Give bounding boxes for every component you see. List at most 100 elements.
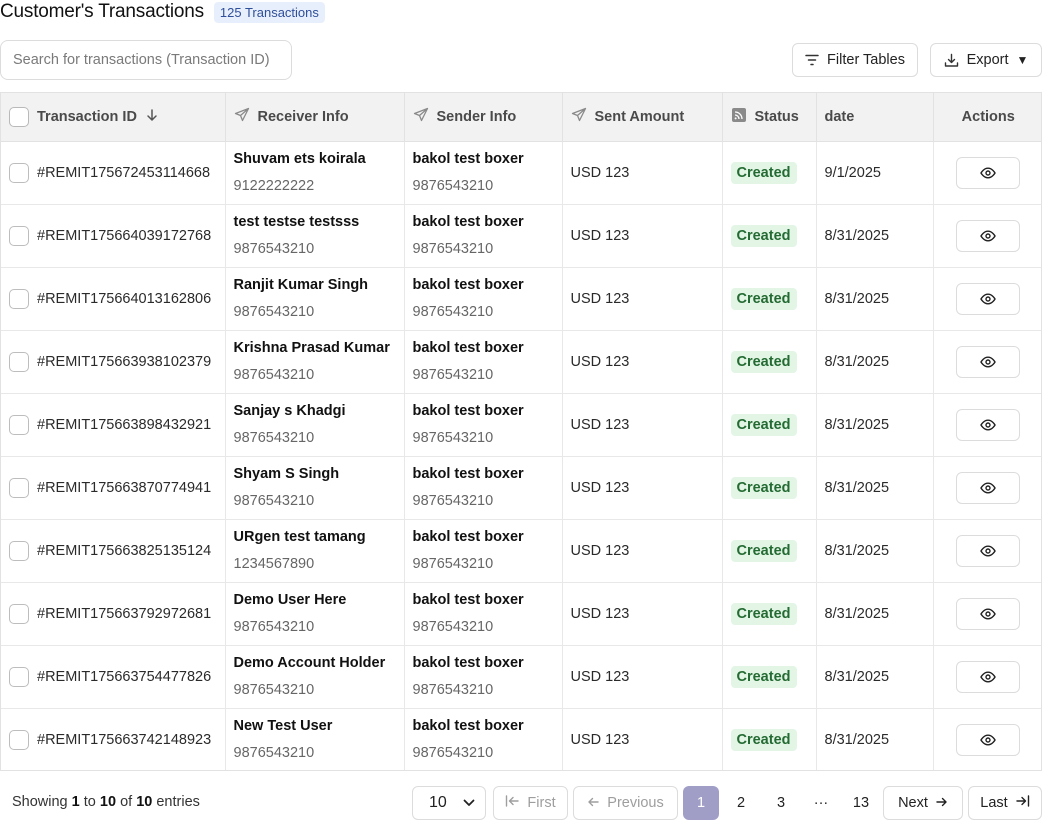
- column-header-transaction-id[interactable]: Transaction ID: [1, 93, 226, 142]
- eye-icon: [980, 355, 997, 368]
- receiver-info-cell: Shuvam ets koirala 9122222222: [225, 141, 405, 204]
- status-badge: Created: [730, 602, 797, 625]
- sender-phone: 9876543210: [412, 430, 494, 446]
- filter-tables-button[interactable]: Filter Tables: [792, 43, 918, 77]
- column-header-sender: Sender Info: [404, 93, 563, 142]
- arrow-left-icon: [587, 795, 599, 811]
- receiver-info-cell: New Test User 9876543210: [225, 708, 405, 770]
- table-row: #REMIT175663754477826 Demo Account Holder…: [1, 645, 1041, 708]
- receiver-phone: 9876543210: [233, 745, 315, 761]
- receiver-phone: 9876543210: [233, 682, 315, 698]
- export-button[interactable]: Export ▼: [930, 43, 1042, 77]
- page-number-2[interactable]: 2: [723, 786, 759, 820]
- column-header-receiver: Receiver Info: [225, 93, 405, 142]
- view-details-button[interactable]: [956, 156, 1021, 189]
- page-size-select[interactable]: 10: [412, 786, 486, 820]
- transaction-id-cell: #REMIT175663792972681: [1, 582, 226, 645]
- table-row: #REMIT175663825135124 URgen test tamang 12…: [1, 519, 1041, 582]
- previous-page-button[interactable]: Previous: [573, 786, 678, 820]
- send-icon: [234, 107, 250, 127]
- row-checkbox[interactable]: [9, 288, 29, 309]
- page-number-3[interactable]: 3: [763, 786, 799, 820]
- view-details-button[interactable]: [956, 597, 1021, 630]
- next-page-button[interactable]: Next: [883, 786, 963, 820]
- actions-cell: [933, 141, 1041, 204]
- table-row: #REMIT175664039172768 test testse testsss…: [1, 204, 1041, 267]
- sender-info-cell: bakol test boxer 9876543210: [404, 708, 563, 770]
- sender-info-cell: bakol test boxer 9876543210: [404, 645, 563, 708]
- actions-cell: [933, 519, 1041, 582]
- page-number-1[interactable]: 1: [683, 786, 719, 820]
- view-details-button[interactable]: [956, 408, 1021, 441]
- download-icon: [944, 53, 959, 68]
- actions-cell: [933, 708, 1041, 770]
- select-all-checkbox[interactable]: [9, 106, 29, 127]
- actions-cell: [933, 393, 1041, 456]
- view-details-button[interactable]: [956, 219, 1021, 252]
- receiver-name: Krishna Prasad Kumar: [233, 340, 390, 356]
- sender-name: bakol test boxer: [412, 151, 524, 167]
- column-header-amount: Sent Amount: [562, 93, 723, 142]
- view-details-button[interactable]: [956, 660, 1021, 693]
- sender-name: bakol test boxer: [412, 529, 524, 545]
- transaction-date: 8/31/2025: [816, 519, 934, 582]
- row-checkbox[interactable]: [9, 414, 29, 435]
- sender-name: bakol test boxer: [412, 214, 524, 230]
- sort-arrow-down-icon[interactable]: [145, 108, 159, 126]
- row-checkbox[interactable]: [9, 225, 29, 246]
- transaction-id-cell: #REMIT175672453114668: [1, 141, 226, 204]
- view-details-button[interactable]: [956, 282, 1021, 315]
- sent-amount: USD 123: [562, 519, 723, 582]
- receiver-name: Shuvam ets koirala: [233, 151, 366, 167]
- transaction-id: #REMIT175663792972681: [37, 605, 212, 622]
- transaction-id: #REMIT175663870774941: [37, 479, 212, 496]
- sent-amount: USD 123: [562, 330, 723, 393]
- transactions-table: Transaction ID Receiver Info Sender Info…: [0, 92, 1042, 771]
- receiver-info-cell: Demo User Here 9876543210: [225, 582, 405, 645]
- receiver-phone: 9876543210: [233, 367, 315, 383]
- row-checkbox[interactable]: [9, 540, 29, 561]
- view-details-button[interactable]: [956, 723, 1021, 756]
- receiver-name: URgen test tamang: [233, 529, 366, 545]
- transaction-id: #REMIT175664039172768: [37, 227, 212, 244]
- row-checkbox[interactable]: [9, 603, 29, 624]
- receiver-name: test testse testsss: [233, 214, 360, 230]
- arrow-right-icon: [936, 795, 948, 811]
- column-header-status: Status: [722, 93, 817, 142]
- eye-icon: [980, 481, 997, 494]
- transaction-id-cell: #REMIT175664039172768: [1, 204, 226, 267]
- row-checkbox[interactable]: [9, 729, 29, 750]
- last-page-button[interactable]: Last: [968, 786, 1042, 820]
- actions-cell: [933, 645, 1041, 708]
- sent-amount: USD 123: [562, 456, 723, 519]
- transaction-date: 8/31/2025: [816, 393, 934, 456]
- transaction-date: 8/31/2025: [816, 456, 934, 519]
- actions-cell: [933, 267, 1041, 330]
- last-page-icon: [1016, 795, 1030, 811]
- sent-amount: USD 123: [562, 645, 723, 708]
- page-header: Customer's Transactions 125 Transactions: [0, 0, 325, 24]
- first-page-button[interactable]: First: [493, 786, 568, 820]
- status-cell: Created: [722, 519, 817, 582]
- status-cell: Created: [722, 708, 817, 770]
- view-details-button[interactable]: [956, 345, 1021, 378]
- receiver-name: New Test User: [233, 718, 333, 734]
- transaction-id: #REMIT175663825135124: [37, 542, 212, 559]
- view-details-button[interactable]: [956, 534, 1021, 567]
- search-input[interactable]: [0, 40, 292, 80]
- row-checkbox[interactable]: [9, 351, 29, 372]
- table-row: #REMIT175663898432921 Sanjay s Khadgi 9876…: [1, 393, 1041, 456]
- transaction-date: 8/31/2025: [816, 708, 934, 770]
- row-checkbox[interactable]: [9, 477, 29, 498]
- entries-summary: Showing 1 to 10 of 10 entries: [12, 794, 200, 810]
- actions-cell: [933, 204, 1041, 267]
- eye-icon: [980, 418, 997, 431]
- sender-phone: 9876543210: [412, 556, 494, 572]
- row-checkbox[interactable]: [9, 666, 29, 687]
- view-details-button[interactable]: [956, 471, 1021, 504]
- row-checkbox[interactable]: [9, 162, 29, 183]
- table-row: #REMIT175663938102379 Krishna Prasad Kuma…: [1, 330, 1041, 393]
- page-number-13[interactable]: 13: [843, 786, 879, 820]
- filter-tables-label: Filter Tables: [827, 52, 905, 68]
- receiver-name: Ranjit Kumar Singh: [233, 277, 369, 293]
